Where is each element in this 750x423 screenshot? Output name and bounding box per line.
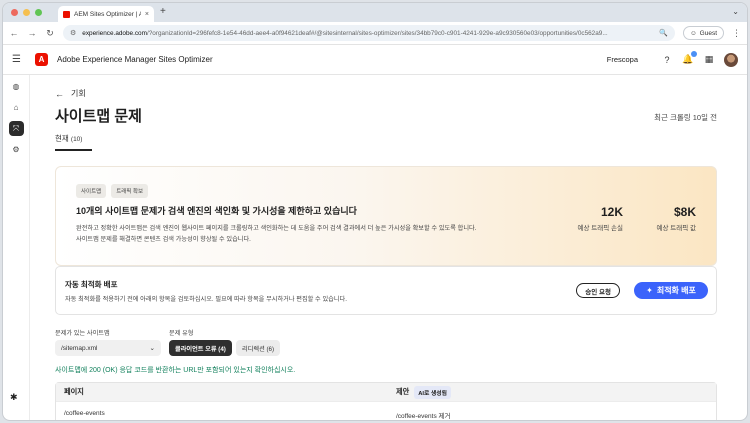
chevron-down-icon: ⌄	[149, 345, 155, 352]
traffic-value-label: 예상 트래픽 값	[656, 225, 697, 232]
ai-generated-badge: AI로 생성됨	[414, 385, 451, 399]
table-header: 페이지 제안 AI로 생성됨	[56, 383, 716, 401]
profile-button[interactable]: ☺ Guest	[683, 26, 724, 40]
slack-icon[interactable]: ✱	[10, 392, 22, 404]
settings-nav-icon[interactable]: ⚙	[9, 142, 24, 157]
column-page: 페이지	[64, 387, 84, 396]
info-message: 사이트맵에 200 (OK) 응답 코드를 반환하는 URL만 포함되어 있는지…	[55, 367, 296, 374]
hamburger-menu-icon[interactable]: ☰	[12, 54, 26, 65]
side-rail: ◍ ⌂ ⤧ ⚙ ✱	[3, 75, 30, 420]
app-name: Adobe Experience Manager Sites Optimizer	[57, 55, 213, 64]
issue-type-label: 문제 유형	[169, 330, 194, 337]
reload-icon[interactable]: ↻	[45, 28, 55, 39]
traffic-loss-metric: 12K 예상 트래픽 손실	[578, 205, 623, 232]
filter-client-errors[interactable]: 클라이언트 오류 (4)	[169, 340, 232, 356]
tab-search-chevron-icon[interactable]: ⌄	[732, 7, 739, 16]
window-controls	[11, 9, 42, 16]
arrow-left-icon: ←	[55, 88, 64, 99]
column-suggestion: 제안 AI로 생성됨	[396, 385, 451, 399]
row-page: /coffee-events	[64, 410, 105, 417]
profile-label: Guest	[699, 29, 717, 37]
new-tab-button[interactable]: +	[160, 6, 166, 17]
tag-chip: 사이트맵	[76, 184, 107, 198]
adobe-favicon-icon	[63, 10, 70, 18]
request-approval-button[interactable]: 승인 요청	[576, 283, 620, 298]
back-label: 기회	[71, 89, 86, 98]
page-title: 사이트맵 문제	[55, 108, 142, 125]
back-nav-icon[interactable]: ←	[9, 28, 19, 38]
auto-optimize-card: 자동 최적화 배포 자동 최적화를 적용하기 전에 아래의 항목을 검토하십시오…	[55, 266, 717, 315]
tab-current-label: 현재	[55, 134, 69, 143]
address-bar[interactable]: ⚙ experience.adobe.com/?organizationId=2…	[63, 25, 676, 41]
summary-description: 완전하고 정확한 사이트맵은 검색 엔진이 웹사이트 페이지를 크롤링하고 색인…	[76, 225, 477, 243]
site-info-icon[interactable]: ⚙	[70, 29, 76, 37]
browser-window: AEM Sites Optimizer | Adobe × + ⌄ ← → ↻ …	[2, 2, 748, 421]
traffic-value-metric: $8K 예상 트래픽 값	[657, 205, 697, 232]
back-link[interactable]: ← 기회	[55, 88, 717, 99]
help-icon[interactable]: ?	[661, 54, 673, 66]
traffic-value-value: $8K	[673, 205, 696, 219]
issue-type-filter: 문제 유형 클라이언트 오류 (4) 리디렉션 (6)	[169, 328, 369, 356]
tab-underline	[55, 149, 92, 151]
deploy-optimization-label: 최적화 배포	[656, 286, 696, 295]
tab-current-count: (10)	[70, 136, 83, 143]
sparkle-icon: ✦	[646, 286, 653, 295]
tab-title: AEM Sites Optimizer | Adobe	[74, 10, 141, 18]
summary-card: 사이트맵 트래픽 확보 10개의 사이트맵 문제가 검색 엔진의 색인화 및 가…	[55, 166, 717, 266]
filters: 문제가 있는 사이트맵 /sitemap.xml ⌄ 문제 유형 클라이언트 오…	[55, 328, 281, 356]
row-suggestion: /coffee-events 제거	[396, 413, 451, 420]
home-nav-icon[interactable]: ⌂	[9, 100, 24, 115]
apps-grid-icon[interactable]: ▦	[703, 54, 715, 66]
close-window-button[interactable]	[11, 9, 18, 16]
notification-badge	[691, 50, 697, 57]
notifications-icon[interactable]: 🔔	[682, 50, 697, 66]
tab-current[interactable]: 현재 (10)	[55, 133, 92, 151]
person-icon: ☺	[690, 29, 697, 37]
table-row[interactable]: /coffee-events /coffee-events 제거	[56, 401, 716, 420]
issues-table: 페이지 제안 AI로 생성됨 /coffee-events /coffee-ev…	[55, 382, 717, 420]
globe-nav-icon[interactable]: ◍	[9, 79, 24, 94]
tag-list: 사이트맵 트래픽 확보	[76, 184, 696, 198]
tag-chip: 트래픽 확보	[111, 184, 149, 198]
traffic-loss-value: 12K	[600, 205, 623, 219]
forward-nav-icon[interactable]: →	[27, 28, 37, 38]
browser-menu-icon[interactable]: ⋮	[732, 28, 741, 39]
sitemap-select-value: /sitemap.xml	[61, 344, 98, 352]
browser-tab[interactable]: AEM Sites Optimizer | Adobe ×	[58, 6, 154, 22]
minimize-window-button[interactable]	[23, 9, 30, 16]
deploy-optimization-button[interactable]: ✦ 최적화 배포	[634, 282, 708, 299]
last-crawl-text: 최근 크롤링 10일 전	[654, 113, 717, 122]
main-content: ← 기회 사이트맵 문제 최근 크롤링 10일 전 현재 (10) 사이트맵 트…	[55, 88, 717, 420]
url-text: experience.adobe.com/?organizationId=296…	[82, 29, 608, 37]
tab-strip: AEM Sites Optimizer | Adobe × + ⌄	[3, 3, 747, 22]
adobe-logo-icon: A	[35, 53, 48, 66]
traffic-loss-label: 예상 트래픽 손실	[577, 225, 623, 232]
app-header: ☰ A Adobe Experience Manager Sites Optim…	[3, 45, 747, 75]
sitemap-filter-label: 문제가 있는 사이트맵	[55, 330, 110, 337]
column-suggestion-label: 제안	[396, 387, 410, 396]
opportunities-nav-icon[interactable]: ⤧	[8, 121, 24, 136]
org-switcher[interactable]: Frescopa	[607, 55, 638, 64]
zoom-icon[interactable]: 🔍	[659, 29, 668, 37]
sitemap-select[interactable]: /sitemap.xml ⌄	[55, 340, 161, 356]
close-tab-icon[interactable]: ×	[145, 11, 149, 18]
browser-toolbar: ← → ↻ ⚙ experience.adobe.com/?organizati…	[3, 22, 747, 45]
user-avatar[interactable]	[724, 52, 738, 67]
zoom-window-button[interactable]	[35, 9, 42, 16]
filter-redirects[interactable]: 리디렉션 (6)	[236, 340, 281, 356]
